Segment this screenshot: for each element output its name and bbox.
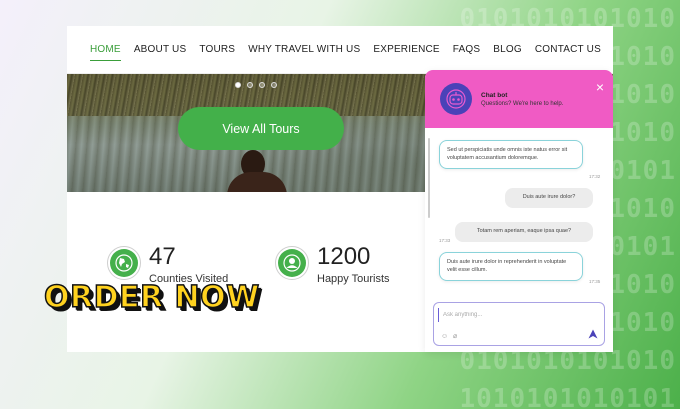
nav-blog[interactable]: BLOG <box>493 44 522 55</box>
stat-counties: 47 Counties Visited <box>107 244 228 285</box>
nav-faqs[interactable]: FAQS <box>453 44 480 55</box>
chat-input-box: ☺ ⌀ <box>433 302 605 346</box>
nav-why-travel[interactable]: WHY TRAVEL WITH US <box>248 44 360 55</box>
hero-person-image <box>225 150 291 192</box>
slider-dot[interactable] <box>259 82 265 88</box>
stat-tourists: 1200 Happy Tourists <box>275 244 390 285</box>
nav-contact-us[interactable]: CONTACT US <box>535 44 601 55</box>
bot-message: Sed ut perspiciatis unde omnis iste natu… <box>439 140 583 169</box>
view-all-tours-button[interactable]: View All Tours <box>178 107 344 150</box>
chat-messages: Sed ut perspiciatis unde omnis iste natu… <box>425 128 613 298</box>
chatbot-widget: Chat bot Questions? We're here to help. … <box>425 70 613 352</box>
nav-tours[interactable]: TOURS <box>199 44 235 55</box>
chat-subtitle: Questions? We're here to help. <box>481 100 564 107</box>
order-now-promo[interactable]: ORDER NOW <box>43 279 260 316</box>
tourists-number: 1200 <box>317 243 371 270</box>
nav-experience[interactable]: EXPERIENCE <box>373 44 439 55</box>
message-time: 17:35 <box>589 279 601 284</box>
nav-home[interactable]: HOME <box>90 44 121 61</box>
slider-dot[interactable] <box>247 82 253 88</box>
slider-dots <box>235 82 277 88</box>
message-text: Sed ut perspiciatis unde omnis iste natu… <box>447 147 568 161</box>
message-text: Duis aute irure dolor in reprehenderit i… <box>447 259 567 273</box>
tourists-label: Happy Tourists <box>317 273 390 285</box>
message-text: Duis aute irure dolor? <box>522 194 576 200</box>
slider-dot[interactable] <box>235 82 241 88</box>
close-icon[interactable]: × <box>596 80 604 94</box>
robot-icon <box>440 83 472 115</box>
chat-input[interactable] <box>438 308 588 322</box>
send-icon[interactable] <box>588 329 598 339</box>
main-nav: HOME ABOUT US TOURS WHY TRAVEL WITH US E… <box>67 26 613 74</box>
globe-icon <box>107 246 141 280</box>
nav-about-us[interactable]: ABOUT US <box>134 44 187 55</box>
user-message: Duis aute irure dolor? <box>505 188 593 208</box>
message-time: 17:33 <box>439 238 451 243</box>
user-message: Totam rem aperiam, eaque ipsa quae? <box>455 222 593 242</box>
bot-message: Duis aute irure dolor in reprehenderit i… <box>439 252 583 281</box>
emoji-icon[interactable]: ☺ <box>441 333 448 340</box>
chat-scrollbar[interactable] <box>428 138 430 218</box>
user-icon <box>275 246 309 280</box>
counties-number: 47 <box>149 243 176 270</box>
message-text: Totam rem aperiam, eaque ipsa quae? <box>476 228 572 234</box>
attachment-icon[interactable]: ⌀ <box>453 332 457 340</box>
message-time: 17:32 <box>589 174 601 179</box>
chat-header: Chat bot Questions? We're here to help. … <box>425 70 613 128</box>
slider-dot[interactable] <box>271 82 277 88</box>
chat-title: Chat bot <box>481 91 508 99</box>
